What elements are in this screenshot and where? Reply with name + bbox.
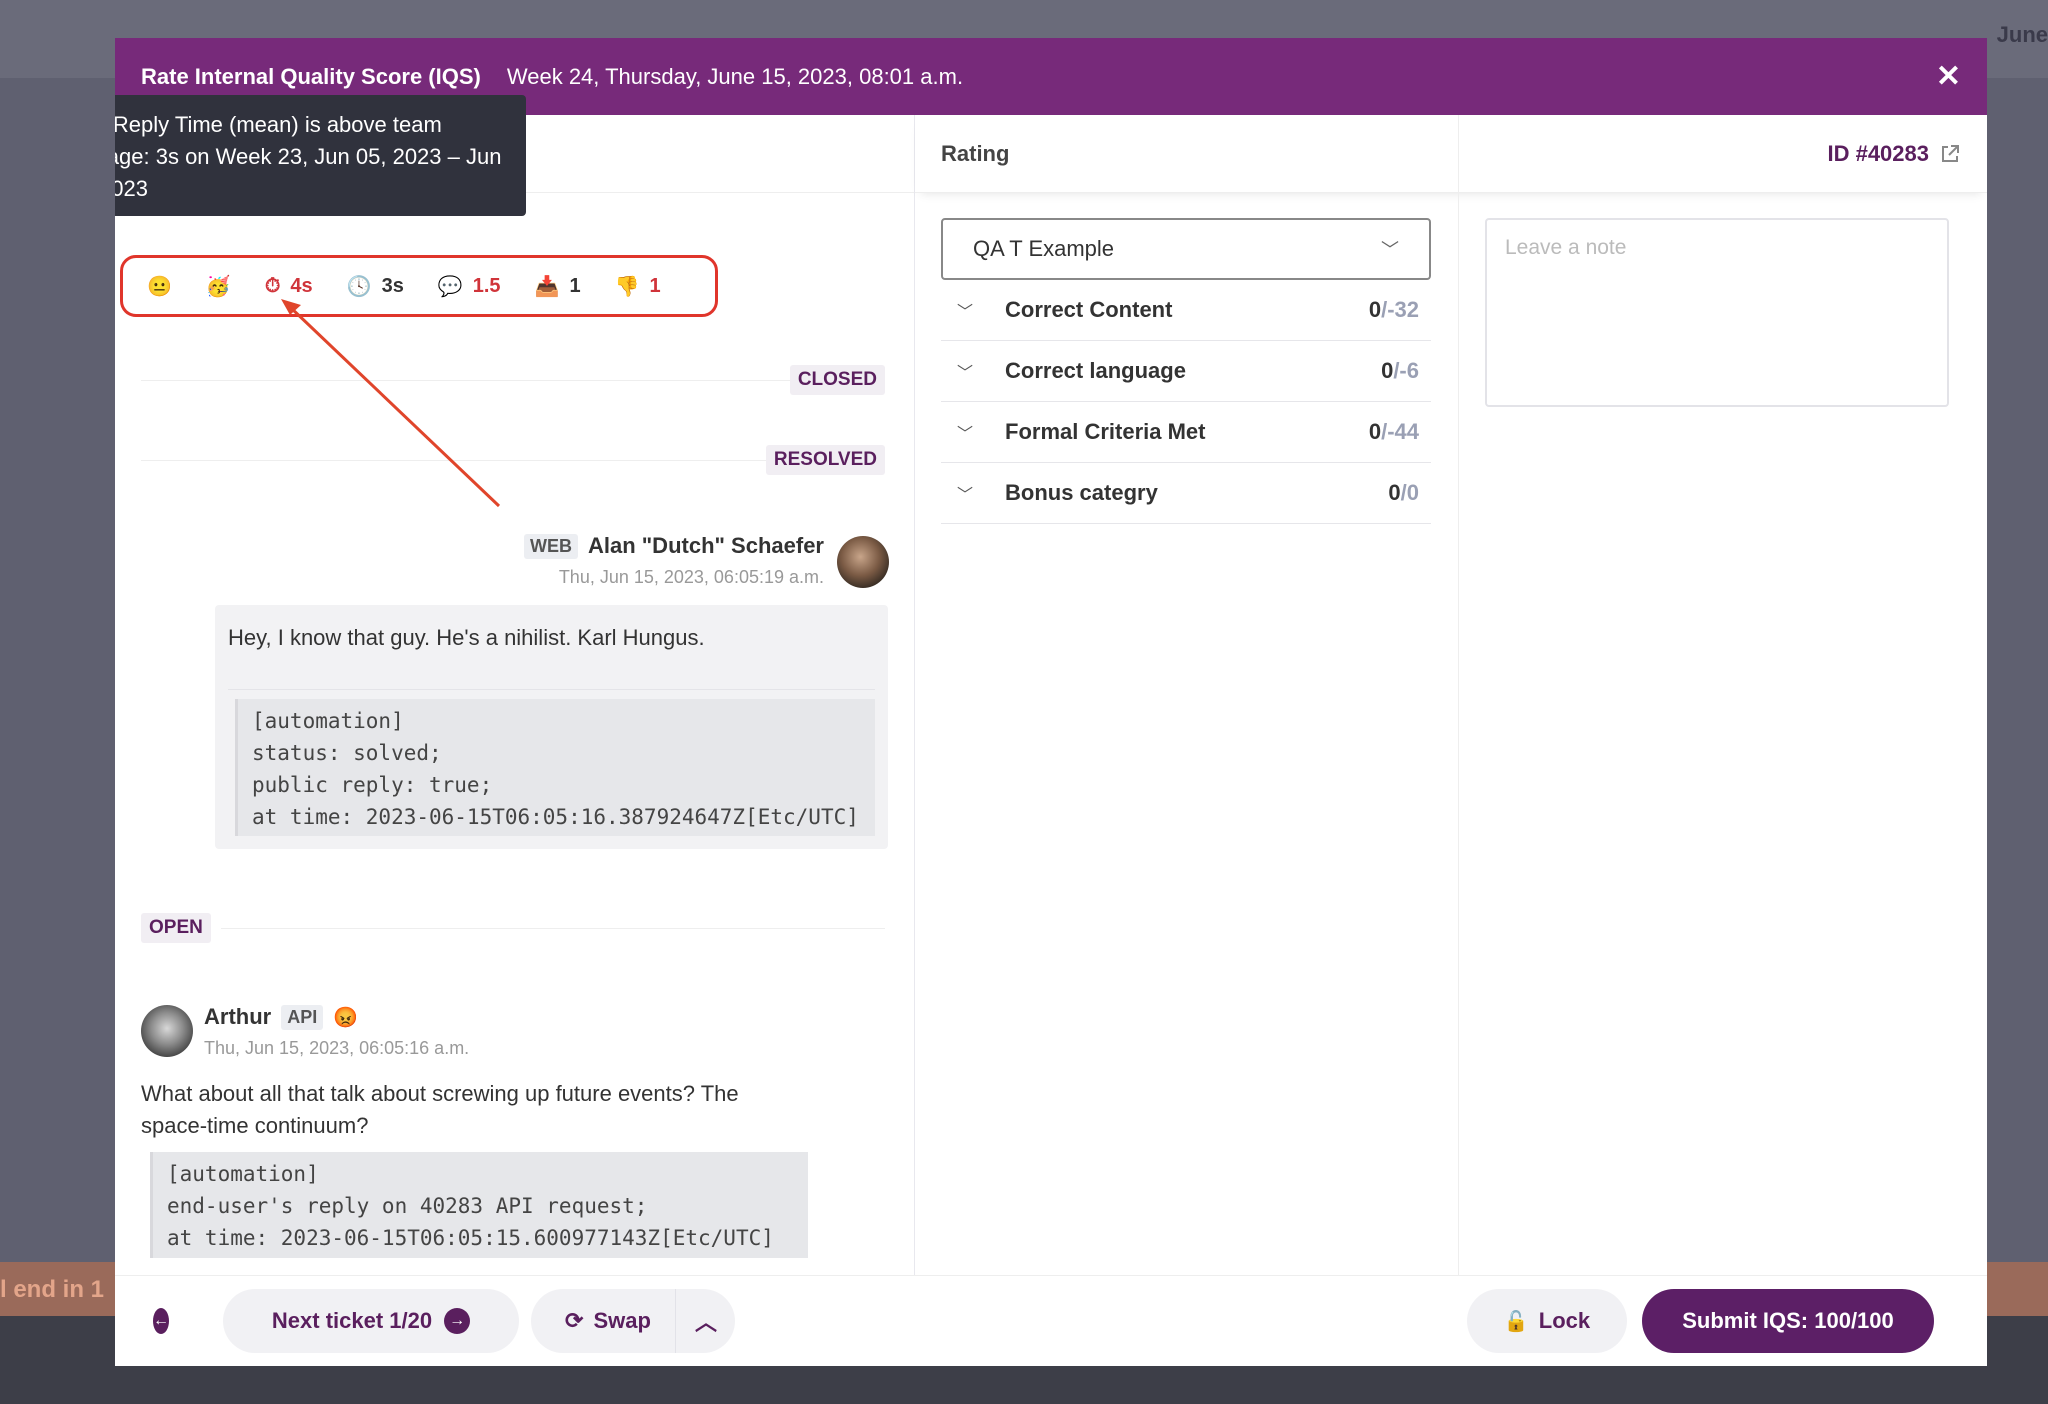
metric-tooltip: First Reply Time (mean) is above team av… (115, 95, 526, 216)
message-text: Hey, I know that guy. He's a nihilist. K… (228, 625, 705, 650)
background-header-text: June (1996, 22, 2048, 47)
message-header: Arthur API 😡 (204, 1004, 358, 1030)
criterion-name: Bonus categry (1005, 480, 1158, 505)
lock-button[interactable]: 🔓 Lock (1467, 1289, 1627, 1353)
criterion-row[interactable]: ﹀ Bonus categry 0/0 (941, 463, 1431, 524)
next-ticket-label: Next ticket 1/20 (271, 1308, 433, 1333)
chevron-down-icon: ﹀ (957, 304, 974, 321)
status-badge-closed: CLOSED (789, 365, 885, 395)
arrow-right-icon: → (444, 1308, 471, 1334)
background-banner-text: l end in 1 (0, 1276, 105, 1303)
stopwatch-icon: ⏱ (264, 274, 281, 297)
channel-badge: WEB (523, 533, 578, 559)
message-text: What about all that talk about screwing … (141, 1081, 739, 1138)
metric-value: 3s (381, 274, 404, 297)
status-badge-resolved: RESOLVED (765, 445, 885, 475)
scorecard-select[interactable]: QA T Example ﹀ (941, 218, 1431, 280)
avatar (141, 1005, 193, 1057)
arrow-left-icon: ← (153, 1308, 169, 1334)
metric-negative[interactable]: 👎 1 (615, 274, 661, 299)
criterion-name: Formal Criteria Met (1005, 419, 1206, 444)
message-time: Thu, Jun 15, 2023, 06:05:16 a.m. (204, 1038, 470, 1058)
criterion-row[interactable]: ﹀ Correct Content 0/-32 (941, 280, 1431, 341)
chevron-down-icon: ﹀ (1381, 240, 1399, 260)
conversation-panel: 😐 🥳 ⏱ 4s 🕓 3s 💬 1.5 📥 1 👎 1 CLOSED RESOLVED W… (115, 115, 915, 1275)
metric-resolution-time[interactable]: 🕓 3s (347, 274, 404, 299)
modal-footer: ← Next ticket 1/20 → ⟳ Swap ︿ 🔓 Lock Sub… (115, 1275, 1987, 1366)
metric-replies[interactable]: 💬 1.5 (438, 274, 501, 299)
metric-value: 1 (649, 274, 661, 297)
message-time: Thu, Jun 15, 2023, 06:05:19 a.m. (558, 567, 824, 587)
inbox-icon: 📥 (534, 275, 560, 298)
status-badge-open: OPEN (141, 913, 211, 943)
chevron-down-icon: ﹀ (957, 426, 974, 443)
status-resolved-divider: RESOLVED (141, 445, 885, 475)
next-ticket-button[interactable]: Next ticket 1/20 → (223, 1289, 519, 1353)
close-icon[interactable]: ✕ (1936, 61, 1961, 92)
metric-value: 1 (569, 274, 581, 297)
criterion-name: Correct Content (1005, 297, 1173, 322)
note-input[interactable] (1485, 218, 1949, 407)
thumbs-down-icon: 👎 (614, 275, 640, 298)
modal-title: Rate Internal Quality Score (IQS) (141, 63, 481, 89)
automation-code-block: [automation] status: solved; public repl… (235, 699, 875, 836)
chevron-down-icon: ﹀ (957, 365, 974, 382)
submit-label: Submit IQS: 100/100 (1682, 1308, 1894, 1333)
unlock-icon: 🔓 (1503, 1310, 1529, 1333)
angry-face-icon: 😡 (333, 1006, 359, 1029)
metric-first-reply-time[interactable]: ⏱ 4s (265, 275, 313, 298)
modal-date: Week 24, Thursday, June 15, 2023, 08:01 … (506, 63, 964, 89)
criteria-list: ﹀ Correct Content 0/-32 ﹀ Correct langua… (941, 280, 1431, 524)
criterion-row[interactable]: ﹀ Formal Criteria Met 0/-44 (941, 402, 1431, 463)
channel-badge: API (281, 1004, 324, 1030)
submit-iqs-button[interactable]: Submit IQS: 100/100 (1642, 1289, 1934, 1353)
message-bubble: Hey, I know that guy. He's a nihilist. K… (215, 605, 888, 849)
rating-panel: QA T Example ﹀ ﹀ Correct Content 0/-32 ﹀… (915, 115, 1459, 1275)
swap-options-button[interactable]: ︿ (676, 1289, 736, 1353)
party-face-icon: 🥳 (205, 275, 231, 298)
status-open-divider: OPEN (141, 913, 885, 943)
criterion-score: 0/0 (1388, 480, 1419, 505)
metric-sentiment[interactable]: 😐 (147, 274, 172, 299)
message-author: Alan "Dutch" Schaefer (587, 533, 824, 558)
refresh-icon: ⟳ (565, 1308, 584, 1333)
message-author: Arthur (204, 1004, 272, 1029)
metric-value: 4s (290, 274, 313, 297)
avatar (837, 536, 889, 588)
criterion-score: 0/-44 (1368, 419, 1419, 444)
chevron-down-icon: ﹀ (957, 487, 974, 504)
status-closed-divider: CLOSED (141, 365, 885, 395)
criterion-score: 0/-32 (1368, 297, 1419, 322)
chat-bubble-icon: 💬 (437, 275, 463, 298)
metric-satisfaction[interactable]: 🥳 (206, 274, 231, 299)
swap-label: Swap (593, 1308, 651, 1333)
note-panel (1459, 115, 1987, 1275)
clock-icon: 🕓 (346, 275, 372, 298)
metric-reopens[interactable]: 📥 1 (535, 274, 581, 299)
lock-label: Lock (1538, 1308, 1591, 1333)
iqs-modal: Rate Internal Quality Score (IQS) Week 2… (115, 38, 1987, 1366)
automation-code-block: [automation] end-user's reply on 40283 A… (150, 1152, 808, 1258)
criterion-score: 0/-6 (1381, 358, 1419, 383)
chevron-up-icon: ︿ (694, 1310, 717, 1335)
criterion-name: Correct language (1005, 358, 1186, 383)
metric-value: 1.5 (472, 274, 501, 297)
ticket-metrics: 😐 🥳 ⏱ 4s 🕓 3s 💬 1.5 📥 1 👎 1 (120, 255, 718, 317)
neutral-face-icon: 😐 (147, 275, 172, 298)
scorecard-value: QA T Example (973, 236, 1115, 261)
criterion-row[interactable]: ﹀ Correct language 0/-6 (941, 341, 1431, 402)
message-header: WEB Alan "Dutch" Schaefer (523, 533, 824, 559)
